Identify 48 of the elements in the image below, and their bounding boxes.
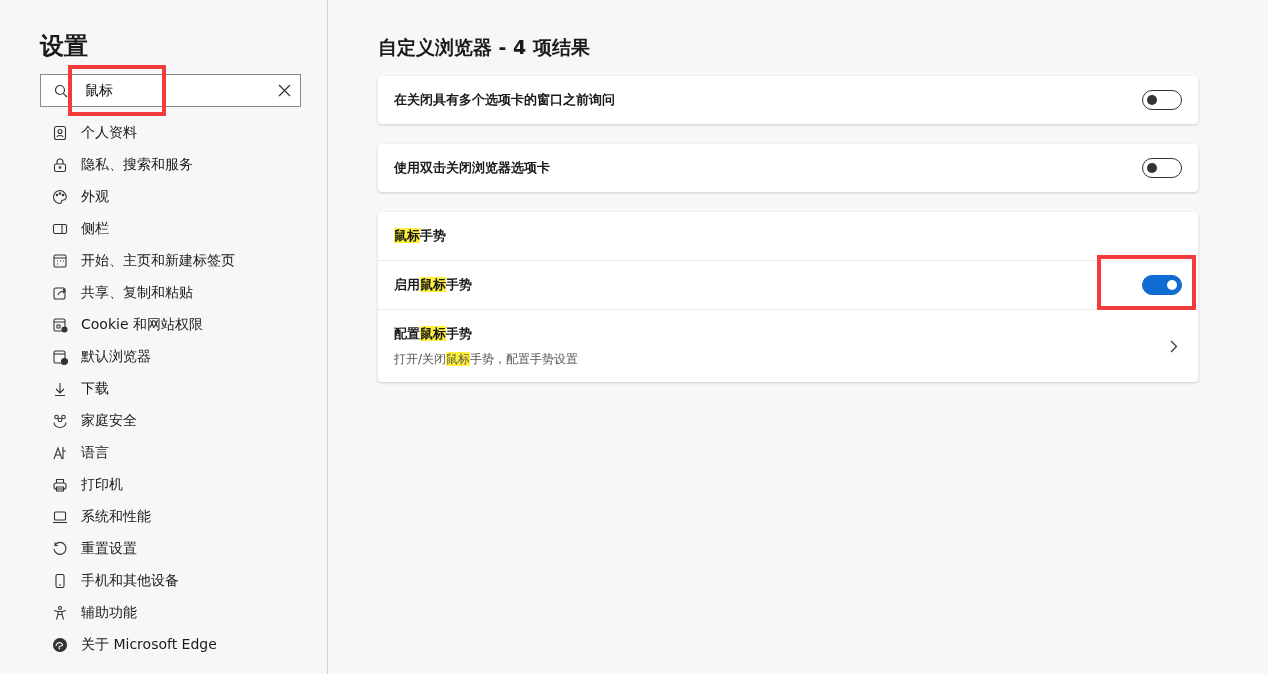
section-heading: 鼠标手势 (394, 227, 446, 245)
sidebar-item[interactable]: 开始、主页和新建标签页 (40, 245, 301, 277)
setting-label: 启用鼠标手势 (394, 276, 472, 294)
toggle-switch[interactable] (1142, 158, 1182, 178)
sidebar-item[interactable]: 重置设置 (40, 533, 301, 565)
sidebar-item[interactable]: 隐私、搜索和服务 (40, 149, 301, 181)
sidebar-item[interactable]: 关于 Microsoft Edge (40, 629, 301, 661)
sidebar-item[interactable]: 手机和其他设备 (40, 565, 301, 597)
sidebar-item[interactable]: 家庭安全 (40, 405, 301, 437)
setting-label: 配置鼠标手势 (394, 324, 473, 343)
sidebar-item-icon (52, 317, 68, 333)
sidebar-item-icon (52, 125, 68, 141)
sidebar-item[interactable]: 系统和性能 (40, 501, 301, 533)
sidebar-item-icon (52, 445, 68, 461)
clear-icon[interactable] (278, 84, 291, 97)
sidebar-item[interactable]: 个人资料 (40, 117, 301, 149)
sidebar-item-icon (52, 605, 68, 621)
sidebar-item-icon (52, 477, 68, 493)
sidebar-item-icon (52, 157, 68, 173)
sidebar-item[interactable]: 侧栏 (40, 213, 301, 245)
sidebar-item-icon (52, 509, 68, 525)
results-title: 自定义浏览器 - 4 项结果 (378, 35, 591, 60)
sidebar-item[interactable]: 辅助功能 (40, 597, 301, 629)
sidebar-item-icon (52, 381, 68, 397)
sidebar-item[interactable]: Cookie 和网站权限 (40, 309, 301, 341)
sidebar-item[interactable]: 打印机 (40, 469, 301, 501)
toggle-switch[interactable] (1142, 90, 1182, 110)
chevron-right-icon (1170, 339, 1178, 353)
sidebar-item[interactable]: 语言 (40, 437, 301, 469)
sidebar-item-icon (52, 189, 68, 205)
sidebar-item-icon (52, 637, 68, 653)
sidebar-item[interactable]: 下载 (40, 373, 301, 405)
sidebar-item-icon (52, 349, 68, 365)
setting-label: 在关闭具有多个选项卡的窗口之前询问 (394, 91, 615, 109)
sidebar-item-icon (52, 253, 68, 269)
search-field[interactable]: 鼠标 (40, 74, 301, 107)
sidebar-item-icon (52, 285, 68, 301)
sidebar-item-icon (52, 413, 68, 429)
sidebar-item[interactable]: 默认浏览器 (40, 341, 301, 373)
settings-title: 设置 (40, 31, 89, 62)
sidebar-item-icon (52, 541, 68, 557)
setting-label: 使用双击关闭浏览器选项卡 (394, 159, 550, 177)
search-icon (54, 84, 68, 98)
sidebar-item[interactable]: 外观 (40, 181, 301, 213)
sidebar-item[interactable]: 共享、复制和粘贴 (40, 277, 301, 309)
sidebar-item-icon (52, 573, 68, 589)
toggle-switch[interactable] (1142, 275, 1182, 295)
sidebar-item-icon (52, 221, 68, 237)
